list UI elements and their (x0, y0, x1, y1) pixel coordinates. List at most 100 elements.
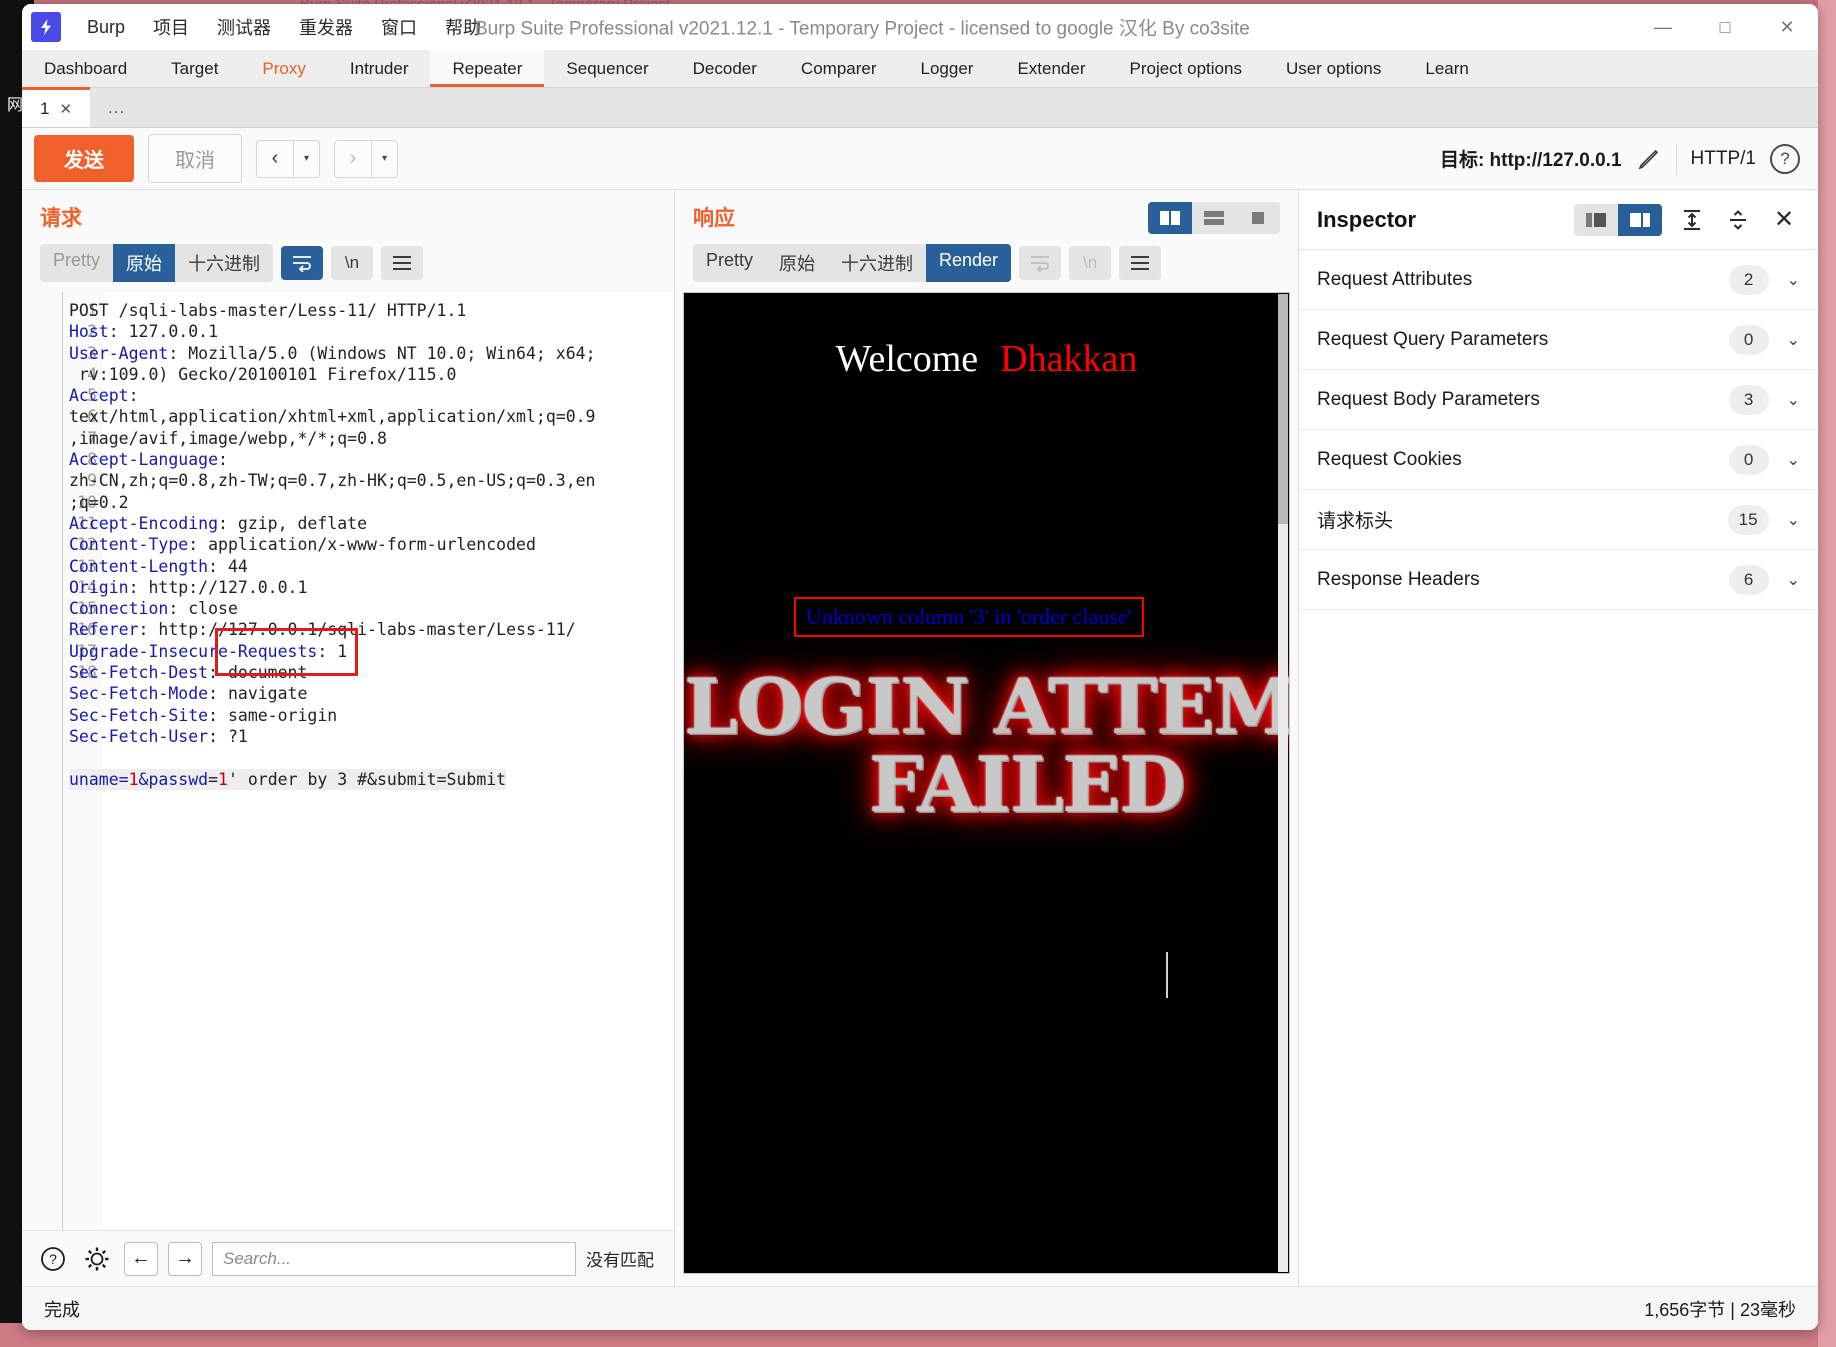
code-line[interactable]: Accept-Encoding: gzip, deflate (69, 513, 674, 534)
chevron-down-icon[interactable]: ⌄ (1787, 270, 1800, 290)
tab-dashboard[interactable]: Dashboard (22, 50, 149, 87)
response-tab-pretty[interactable]: Pretty (693, 244, 766, 282)
menu-item-burp[interactable]: Burp (73, 12, 139, 43)
tab-logger[interactable]: Logger (899, 50, 996, 87)
response-tab-render[interactable]: Render (926, 244, 1012, 282)
help-icon[interactable]: ? (1770, 143, 1800, 174)
inspector-right-layout-icon[interactable] (1618, 203, 1662, 236)
request-view-tabs[interactable]: Pretty 原始 十六进制 (40, 244, 274, 282)
close-button[interactable]: ✕ (1756, 4, 1818, 50)
code-line[interactable]: Origin: http://127.0.0.1 (69, 577, 674, 598)
response-format-bar[interactable]: Pretty 原始 十六进制 Render \n (675, 236, 1298, 292)
request-editor[interactable]: 1 2 3 4 5 6 7 8 9 10 11 12 13 14 15 16 17 18 POST /sqli-l… (62, 292, 674, 1230)
back-nav-group[interactable]: ‹ ▾ (256, 139, 320, 178)
code-line[interactable]: Sec-Fetch-Site: same-origin (69, 705, 674, 726)
request-tab-raw[interactable]: 原始 (113, 244, 176, 282)
help-icon[interactable]: ? (36, 1242, 70, 1276)
inspector-row-response-headers[interactable]: Response Headers 6 ⌄ (1299, 550, 1818, 610)
response-scrollbar[interactable] (1278, 294, 1288, 1272)
menu-item-repeater[interactable]: 重发器 (285, 9, 367, 45)
chevron-down-icon[interactable]: ⌄ (1787, 570, 1800, 590)
repeater-tab-more[interactable]: ... (90, 88, 144, 127)
inspector-row-request-attributes[interactable]: Request Attributes 2 ⌄ (1299, 250, 1818, 310)
hamburger-icon[interactable] (381, 246, 424, 280)
main-tab-bar[interactable]: Dashboard Target Proxy Intruder Repeater… (22, 50, 1818, 88)
forward-arrow-icon[interactable]: › (335, 141, 371, 177)
forward-nav-group[interactable]: › ▾ (334, 139, 398, 178)
code-line[interactable]: zh-CN,zh;q=0.8,zh-TW;q=0.7,zh-HK;q=0.5,e… (69, 470, 674, 491)
response-tab-hex[interactable]: 十六进制 (828, 244, 926, 282)
inspector-row-request-body-parameters[interactable]: Request Body Parameters 3 ⌄ (1299, 370, 1818, 430)
code-line[interactable]: rv:109.0) Gecko/20100101 Firefox/115.0 (69, 364, 674, 385)
request-tab-pretty[interactable]: Pretty (40, 244, 113, 282)
search-prev-button[interactable]: ← (124, 1241, 158, 1276)
code-line[interactable]: Content-Length: 44 (69, 556, 674, 577)
tab-sequencer[interactable]: Sequencer (544, 50, 670, 87)
split-vertical-icon[interactable] (1148, 202, 1192, 234)
code-line[interactable]: ,image/avif,image/webp,*/*;q=0.8 (69, 428, 674, 449)
inspector-left-layout-icon[interactable] (1574, 204, 1618, 236)
chevron-down-icon[interactable]: ⌄ (1787, 450, 1800, 470)
minimize-button[interactable]: — (1632, 4, 1694, 50)
response-render-area[interactable]: ⋮ WelcomeDhakkan Unknown column '3' in '… (683, 292, 1290, 1274)
code-line[interactable]: Sec-Fetch-Mode: navigate (69, 683, 674, 704)
inspector-row-request-cookies[interactable]: Request Cookies 0 ⌄ (1299, 430, 1818, 490)
tab-repeater[interactable]: Repeater (430, 50, 545, 87)
close-icon[interactable]: ✕ (59, 100, 72, 118)
chevron-down-icon[interactable]: ▾ (294, 141, 319, 177)
menu-item-window[interactable]: 窗口 (367, 9, 431, 45)
code-line[interactable] (69, 747, 674, 768)
code-line[interactable]: uname=1&passwd=1' order by 3 #&submit=Su… (69, 768, 674, 790)
chevron-down-icon[interactable]: ⌄ (1787, 510, 1800, 530)
expand-all-icon[interactable] (1676, 204, 1708, 236)
tab-decoder[interactable]: Decoder (671, 50, 779, 87)
tab-proxy[interactable]: Proxy (240, 50, 327, 87)
chevron-down-icon[interactable]: ⌄ (1787, 330, 1800, 350)
search-next-button[interactable]: → (168, 1241, 202, 1276)
code-line[interactable]: Sec-Fetch-Dest: document (69, 662, 674, 683)
menu-item-project[interactable]: 项目 (139, 9, 203, 45)
code-line[interactable]: POST /sqli-labs-master/Less-11/ HTTP/1.1 (69, 300, 674, 321)
http-version-label[interactable]: HTTP/1 (1691, 148, 1756, 170)
single-pane-icon[interactable] (1236, 202, 1280, 234)
maximize-button[interactable]: □ (1694, 4, 1756, 50)
collapse-all-icon[interactable] (1722, 204, 1754, 236)
code-line[interactable]: text/html,application/xhtml+xml,applicat… (69, 406, 674, 427)
code-line[interactable]: User-Agent: Mozilla/5.0 (Windows NT 10.0… (69, 343, 674, 364)
search-input[interactable] (212, 1241, 576, 1276)
hamburger-icon[interactable] (1119, 246, 1162, 280)
request-tab-hex[interactable]: 十六进制 (175, 244, 273, 282)
scrollbar-thumb[interactable] (1278, 294, 1288, 524)
code-line[interactable]: ;q=0.2 (69, 492, 674, 513)
request-code[interactable]: POST /sqli-labs-master/Less-11/ HTTP/1.1… (69, 300, 674, 790)
code-line[interactable]: Content-Type: application/x-www-form-url… (69, 534, 674, 555)
split-horizontal-icon[interactable] (1192, 202, 1236, 234)
rendered-page[interactable]: Welcome Dhakkan Unknown column '3' in 'or… (684, 293, 1289, 1273)
code-line[interactable]: Sec-Fetch-User: ?1 (69, 726, 674, 747)
tab-user-options[interactable]: User options (1264, 50, 1403, 87)
request-format-bar[interactable]: Pretty 原始 十六进制 \n (22, 236, 674, 292)
menu-bar[interactable]: Burp 项目 测试器 重发器 窗口 帮助 (73, 9, 495, 45)
code-line[interactable]: Connection: close (69, 598, 674, 619)
newline-icon[interactable]: \n (331, 246, 374, 280)
code-line[interactable]: Accept: (69, 385, 674, 406)
cancel-button[interactable]: 取消 (148, 134, 242, 183)
chevron-down-icon[interactable]: ⌄ (1787, 390, 1800, 410)
code-line[interactable]: Referer: http://127.0.0.1/sqli-labs-mast… (69, 619, 674, 640)
response-view-tabs[interactable]: Pretty 原始 十六进制 Render (693, 244, 1012, 282)
back-arrow-icon[interactable]: ‹ (257, 141, 293, 177)
response-tab-raw[interactable]: 原始 (766, 244, 828, 282)
tab-project-options[interactable]: Project options (1108, 50, 1264, 87)
tab-intruder[interactable]: Intruder (328, 50, 431, 87)
send-button[interactable]: 发送 (34, 135, 134, 182)
code-line[interactable]: Host: 127.0.0.1 (69, 321, 674, 342)
gear-icon[interactable] (80, 1242, 114, 1276)
tab-learn[interactable]: Learn (1403, 50, 1490, 87)
pencil-icon[interactable] (1636, 146, 1662, 172)
repeater-tab-1[interactable]: 1 ✕ (22, 87, 91, 127)
chevron-down-icon[interactable]: ▾ (372, 141, 397, 177)
close-icon[interactable]: ✕ (1768, 204, 1800, 236)
code-line[interactable]: Upgrade-Insecure-Requests: 1 (69, 641, 674, 662)
code-line[interactable]: Accept-Language: (69, 449, 674, 470)
menu-item-intruder[interactable]: 测试器 (203, 9, 285, 45)
